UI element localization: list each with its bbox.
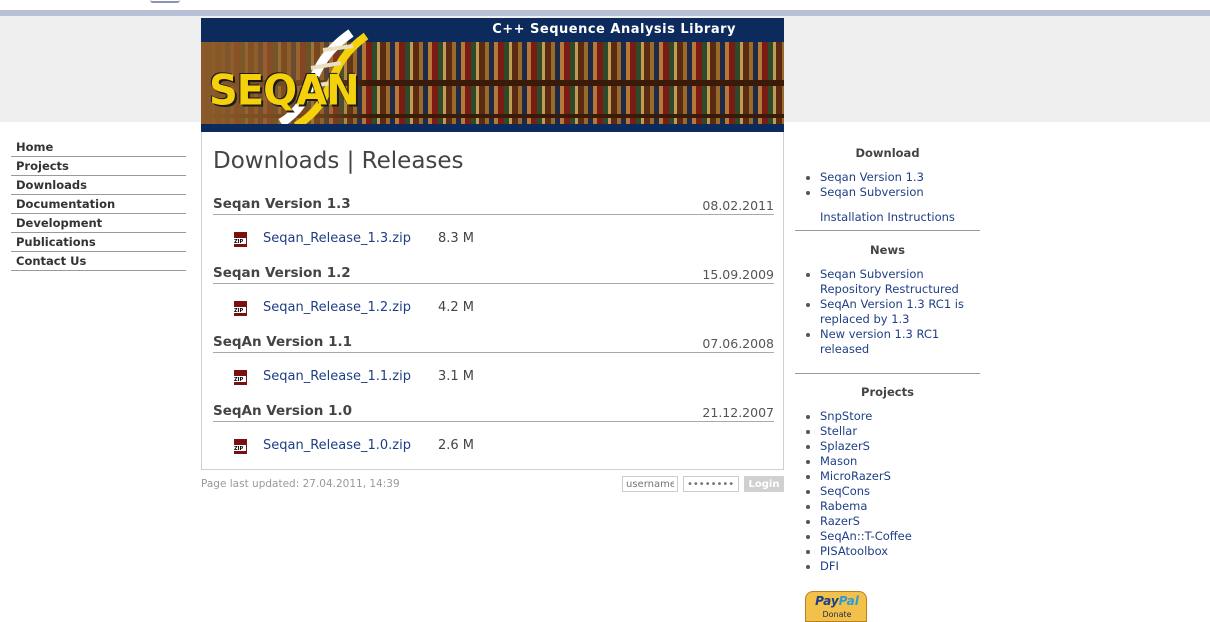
banner-bottombar [201, 124, 784, 132]
last-updated-text: Page last updated: 27.04.2011, 14:39 [201, 478, 400, 490]
file-size: 2.6 M [438, 438, 475, 453]
download-heading: Download [855, 146, 920, 160]
release-name: Seqan Version 1.2 [213, 265, 351, 281]
installation-instructions-link[interactable]: Installation Instructions [795, 210, 980, 224]
release-header: Seqan Version 1.3 08.02.2011 [213, 196, 774, 215]
download-panel: Download Seqan Version 1.3 Seqan Subvers… [795, 146, 980, 231]
download-link-subversion[interactable]: Seqan Subversion [805, 185, 980, 200]
release-header: Seqan Version 1.2 15.09.2009 [213, 265, 774, 284]
svg-text:ZIP: ZIP [234, 446, 243, 452]
login-button[interactable]: Login [744, 476, 784, 492]
project-link-splazers[interactable]: SplazerS [805, 439, 980, 454]
paypal-brand-b: Pal [838, 594, 859, 608]
nav-item-downloads[interactable]: Downloads [11, 176, 186, 195]
project-link-tcoffee[interactable]: SeqAn::T-Coffee [805, 529, 980, 544]
projects-list: SnpStore Stellar SplazerS Mason MicroRaz… [795, 409, 980, 574]
news-item[interactable]: SeqAn Version 1.3 RC1 is replaced by 1.3 [805, 297, 970, 327]
password-input[interactable] [683, 476, 739, 492]
release-date: 21.12.2007 [702, 405, 774, 420]
download-link-seqan-1-3[interactable]: Seqan Version 1.3 [805, 170, 980, 185]
nav-item-documentation[interactable]: Documentation [11, 195, 186, 214]
zip-file-icon: ZIP [233, 439, 247, 454]
username-input[interactable] [622, 476, 678, 492]
paypal-brand-a: Pay [815, 594, 839, 608]
nav-item-projects[interactable]: Projects [11, 157, 186, 176]
release-entry: SeqAn Version 1.0 21.12.2007 ZIP Seqan_R… [213, 403, 774, 472]
nav-item-publications[interactable]: Publications [11, 233, 186, 252]
download-link[interactable]: Seqan_Release_1.2.zip [263, 300, 411, 315]
file-size: 4.2 M [438, 300, 475, 315]
file-size: 8.3 M [438, 231, 475, 246]
svg-text:ZIP: ZIP [234, 377, 243, 383]
release-entry: SeqAn Version 1.1 07.06.2008 ZIP Seqan_R… [213, 334, 774, 403]
svg-text:ZIP: ZIP [234, 308, 243, 314]
project-link-seqcons[interactable]: SeqCons [805, 484, 980, 499]
news-heading: News [870, 243, 905, 257]
svg-text:ZIP: ZIP [234, 239, 243, 245]
left-navigation: Home Projects Downloads Documentation De… [11, 138, 186, 271]
project-link-rabema[interactable]: Rabema [805, 499, 980, 514]
nav-item-home[interactable]: Home [11, 138, 186, 157]
window-mark [150, 0, 180, 3]
project-link-snpstore[interactable]: SnpStore [805, 409, 980, 424]
news-list: Seqan Subversion Repository Restructured… [795, 267, 970, 357]
release-date: 07.06.2008 [702, 336, 774, 351]
download-link[interactable]: Seqan_Release_1.3.zip [263, 231, 411, 246]
project-link-dfi[interactable]: DFI [805, 559, 980, 574]
release-date: 08.02.2011 [702, 198, 774, 213]
release-entry: Seqan Version 1.3 08.02.2011 ZIP Seqan_R… [213, 196, 774, 265]
divider [795, 373, 980, 374]
projects-heading: Projects [861, 385, 914, 399]
project-link-razers[interactable]: RazerS [805, 514, 980, 529]
download-link[interactable]: Seqan_Release_1.1.zip [263, 369, 411, 384]
divider [795, 230, 980, 231]
project-link-stellar[interactable]: Stellar [805, 424, 980, 439]
download-list: Seqan Version 1.3 Seqan Subversion [795, 170, 980, 200]
projects-panel: Projects SnpStore Stellar SplazerS Mason… [795, 385, 980, 574]
news-panel: News Seqan Subversion Repository Restruc… [795, 243, 980, 374]
release-entry: Seqan Version 1.2 15.09.2009 ZIP Seqan_R… [213, 265, 774, 334]
release-header: SeqAn Version 1.0 21.12.2007 [213, 403, 774, 422]
zip-file-icon: ZIP [233, 370, 247, 385]
release-name: Seqan Version 1.3 [213, 196, 351, 212]
paypal-donate-button[interactable]: PayPal Donate [805, 591, 867, 622]
project-link-mason[interactable]: Mason [805, 454, 980, 469]
nav-item-contact-us[interactable]: Contact Us [11, 252, 186, 271]
zip-file-icon: ZIP [233, 232, 247, 247]
project-link-microrazers[interactable]: MicroRazerS [805, 469, 980, 484]
zip-file-icon: ZIP [233, 301, 247, 316]
file-size: 3.1 M [438, 369, 475, 384]
seqan-banner[interactable]: C++ Sequence Analysis Library SEQAN [201, 18, 784, 132]
page-title: Downloads | Releases [213, 148, 464, 174]
seqan-logo: SEQAN [209, 66, 360, 116]
project-link-pisatoolbox[interactable]: PISAtoolbox [805, 544, 980, 559]
release-header: SeqAn Version 1.1 07.06.2008 [213, 334, 774, 353]
release-date: 15.09.2009 [702, 267, 774, 282]
news-item[interactable]: Seqan Subversion Repository Restructured [805, 267, 970, 297]
news-item[interactable]: New version 1.3 RC1 released [805, 327, 970, 357]
banner-subtitle: C++ Sequence Analysis Library [492, 22, 736, 37]
release-name: SeqAn Version 1.0 [213, 403, 352, 419]
release-name: SeqAn Version 1.1 [213, 334, 352, 350]
top-strip [0, 0, 1210, 10]
donate-label: Donate [822, 610, 852, 619]
nav-item-development[interactable]: Development [11, 214, 186, 233]
main-content: Downloads | Releases Seqan Version 1.3 0… [201, 132, 784, 470]
download-link[interactable]: Seqan_Release_1.0.zip [263, 438, 411, 453]
paypal-logo: PayPal [806, 594, 866, 608]
